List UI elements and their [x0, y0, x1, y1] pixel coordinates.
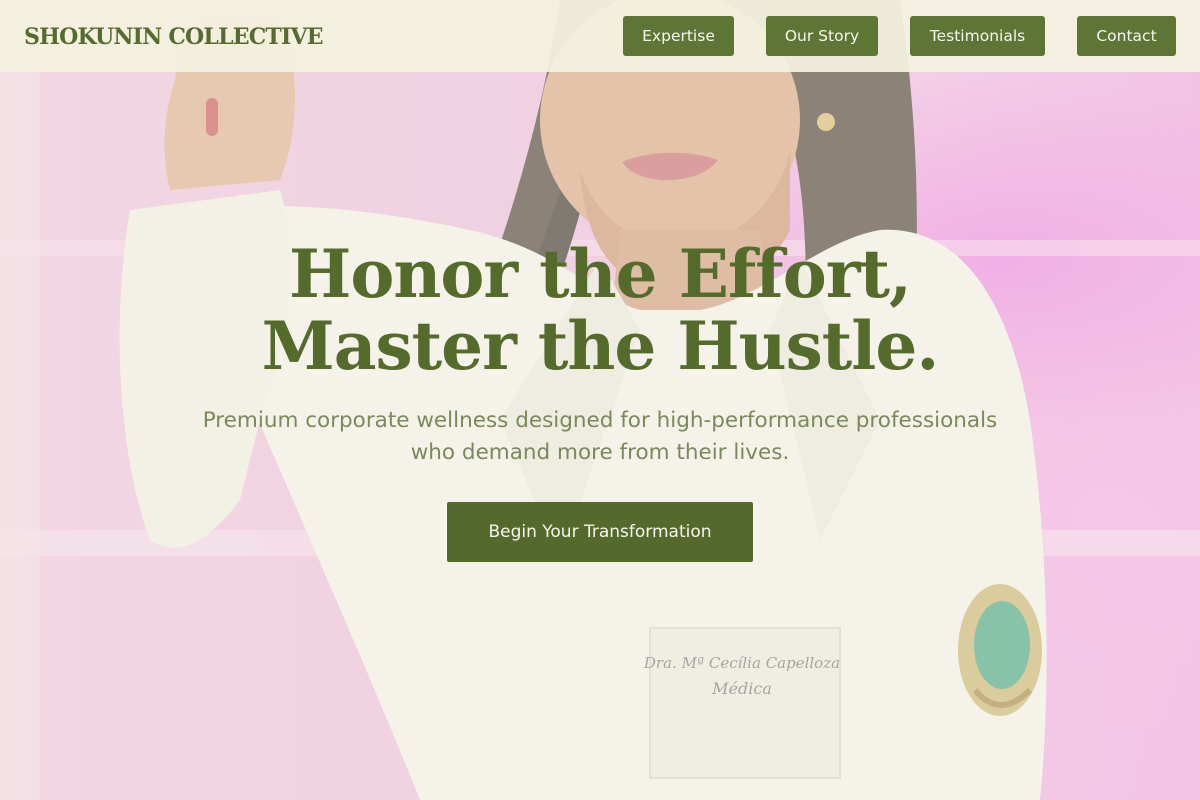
- hero-headline: Honor the Effort, Master the Hustle.: [0, 238, 1200, 382]
- begin-transformation-button[interactable]: Begin Your Transformation: [447, 502, 753, 562]
- nav-testimonials-button[interactable]: Testimonials: [910, 16, 1045, 56]
- site-header: SHOKUNIN COLLECTIVE Expertise Our Story …: [0, 0, 1200, 72]
- hero-overlay: [0, 0, 1200, 800]
- nav-contact-button[interactable]: Contact: [1077, 16, 1176, 56]
- nav-expertise-button[interactable]: Expertise: [623, 16, 734, 56]
- hero-subhead: Premium corporate wellness designed for …: [202, 408, 998, 465]
- brand-logo[interactable]: SHOKUNIN COLLECTIVE: [24, 24, 324, 50]
- hero-section: Dra. Mª Cecília Capelloza Médica: [0, 0, 1200, 800]
- nav-our-story-button[interactable]: Our Story: [766, 16, 878, 56]
- hero-headline-line1: Honor the Effort,: [289, 235, 912, 313]
- hero-headline-line2: Master the Hustle.: [261, 307, 940, 385]
